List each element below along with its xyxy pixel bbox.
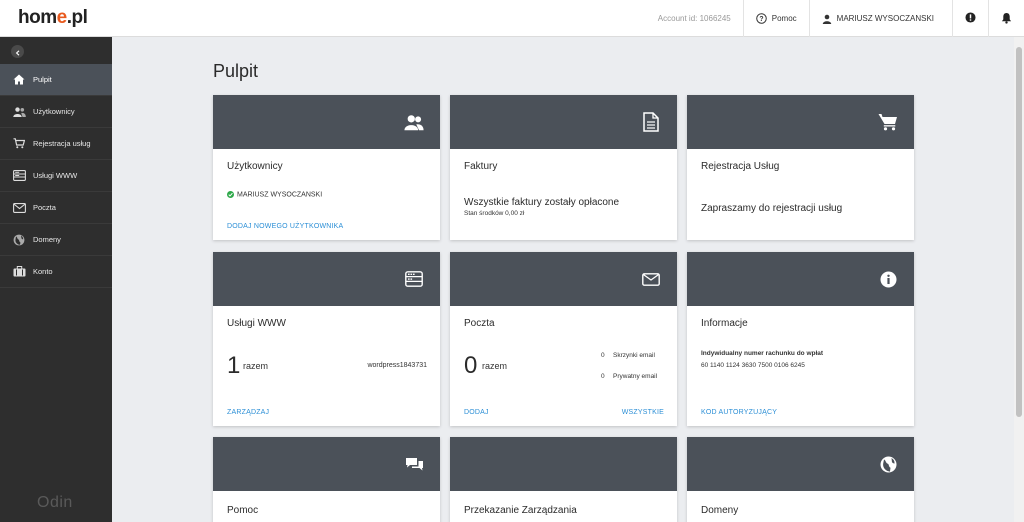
chevron-left-icon: [15, 43, 21, 61]
cart-icon: [12, 138, 26, 150]
mailbox-count: 0: [601, 352, 605, 359]
sidebar-item-label: Poczta: [33, 203, 56, 212]
sidebar-nav: Pulpit Użytkownicy Rejestracja usług Usł…: [0, 64, 112, 288]
domains-card: Domeny: [687, 437, 914, 522]
help-card: Pomoc: [213, 437, 440, 522]
all-mail-link[interactable]: WSZYSTKIE: [622, 409, 664, 416]
card-title: Pomoc: [227, 505, 259, 516]
www-count-label: razem: [243, 361, 269, 371]
help-button[interactable]: ? Pomoc: [742, 0, 809, 37]
www-card: Usługi WWW 1 razem wordpress1843731 ZARZ…: [213, 252, 440, 426]
cart-icon: [878, 112, 898, 132]
transfer-card: Przekazanie Zarządzania: [450, 437, 677, 522]
document-icon: [641, 112, 661, 132]
invoices-card: Faktury Wszystkie faktury zostały opłaco…: [450, 95, 677, 240]
card-header: [450, 437, 677, 491]
sidebar-item-mail[interactable]: Poczta: [0, 192, 112, 224]
users-icon: [404, 112, 424, 132]
private-mail-count: 0: [601, 373, 605, 380]
alert-button[interactable]: [952, 0, 988, 37]
user-icon: [822, 14, 832, 24]
auth-code-link[interactable]: KOD AUTORYZUJĄCY: [701, 409, 777, 416]
manage-link[interactable]: ZARZĄDZAJ: [227, 409, 269, 416]
chat-bubbles-icon: [404, 454, 424, 474]
globe-icon: [12, 234, 26, 246]
mail-count: 0: [464, 352, 478, 379]
logo[interactable]: home.pl: [18, 7, 88, 29]
www-count: 1: [227, 352, 241, 379]
sidebar-item-label: Pulpit: [33, 75, 52, 84]
account-id: Account id: 1066245: [657, 14, 731, 23]
card-title: Użytkownicy: [227, 161, 283, 172]
card-title: Faktury: [464, 161, 498, 172]
scrollbar-thumb[interactable]: [1016, 47, 1022, 417]
invoice-status: Wszystkie faktury zostały opłacone: [464, 197, 620, 208]
card-title: Usługi WWW: [227, 318, 286, 329]
card-header: [687, 252, 914, 306]
page-title: Pulpit: [213, 61, 259, 81]
page-scrollbar[interactable]: [1014, 37, 1024, 522]
top-bar: home.pl Account id: 1066245 ? Pomoc MARI…: [0, 0, 1024, 37]
question-icon: ?: [755, 13, 767, 24]
mail-icon: [641, 269, 661, 289]
mail-card: Poczta 0 razem 0 Skrzynki email 0 Prywat…: [450, 252, 677, 426]
sidebar-item-users[interactable]: Użytkownicy: [0, 96, 112, 128]
sidebar-item-label: Użytkownicy: [33, 107, 75, 116]
sidebar-item-label: Rejestracja usług: [33, 139, 91, 148]
card-header: [213, 95, 440, 149]
add-mail-link[interactable]: DODAJ: [464, 409, 489, 416]
card-header: [213, 252, 440, 306]
card-header: [213, 437, 440, 491]
card-title: Rejestracja Usług: [701, 161, 780, 172]
mailbox-label: Skrzynki email: [613, 352, 655, 359]
registration-text: Zapraszamy do rejestracji usług: [701, 203, 843, 214]
briefcase-icon: [12, 266, 26, 278]
card-title: Informacje: [701, 318, 748, 329]
odin-logo: Odin: [37, 494, 73, 511]
info-icon: [878, 269, 898, 289]
exclamation-icon: [965, 12, 976, 25]
card-title: Poczta: [464, 318, 495, 329]
bell-icon: [1001, 12, 1012, 26]
card-title: Przekazanie Zarządzania: [464, 505, 577, 516]
info-card: Informacje Indywidualny numer rachunku d…: [687, 252, 914, 426]
check-circle-icon: [227, 191, 234, 198]
sidebar-item-domains[interactable]: Domeny: [0, 224, 112, 256]
balance: Stan środków 0,00 zł: [464, 210, 525, 217]
sidebar-item-pulpit[interactable]: Pulpit: [0, 64, 112, 96]
svg-text:?: ?: [759, 16, 763, 23]
account-number: 60 1140 1124 3630 7500 0106 6245: [701, 362, 805, 369]
sidebar-item-account[interactable]: Konto: [0, 256, 112, 288]
globe-icon: [878, 454, 898, 474]
card-header: [687, 95, 914, 149]
card-header: [450, 95, 677, 149]
registration-card: Rejestracja Usług Zapraszamy do rejestra…: [687, 95, 914, 240]
help-label: Pomoc: [771, 14, 797, 23]
user-menu[interactable]: MARIUSZ WYSOCZANSKI: [808, 0, 952, 37]
card-header: [687, 437, 914, 491]
sidebar-item-label: Usługi WWW: [33, 171, 78, 180]
collapse-sidebar-button[interactable]: [11, 45, 24, 58]
users-card: Użytkownicy MARIUSZ WYSOCZANSKI DODAJ NO…: [213, 95, 440, 240]
sidebar-item-label: Konto: [33, 267, 53, 276]
user-entry[interactable]: MARIUSZ WYSOCZANSKI: [227, 191, 322, 198]
sidebar: Pulpit Użytkownicy Rejestracja usług Usł…: [0, 37, 112, 522]
website-name[interactable]: wordpress1843731: [367, 362, 427, 369]
notifications-button[interactable]: [988, 0, 1024, 37]
home-icon: [12, 74, 26, 86]
card-title: Domeny: [701, 505, 739, 516]
server-icon: [12, 170, 26, 182]
server-icon: [404, 269, 424, 289]
sidebar-item-www[interactable]: Usługi WWW: [0, 160, 112, 192]
mail-icon: [12, 202, 26, 214]
users-icon: [12, 106, 26, 118]
private-mail-label: Prywatny email: [613, 373, 658, 380]
add-user-link[interactable]: DODAJ NOWEGO UŻYTKOWNIKA: [227, 223, 343, 230]
sidebar-item-label: Domeny: [33, 235, 61, 244]
sidebar-item-registration[interactable]: Rejestracja usług: [0, 128, 112, 160]
account-number-label: Indywidualny numer rachunku do wpłat: [701, 350, 824, 357]
mail-count-label: razem: [482, 361, 508, 371]
card-header: [450, 252, 677, 306]
user-name: MARIUSZ WYSOCZANSKI: [836, 14, 934, 23]
